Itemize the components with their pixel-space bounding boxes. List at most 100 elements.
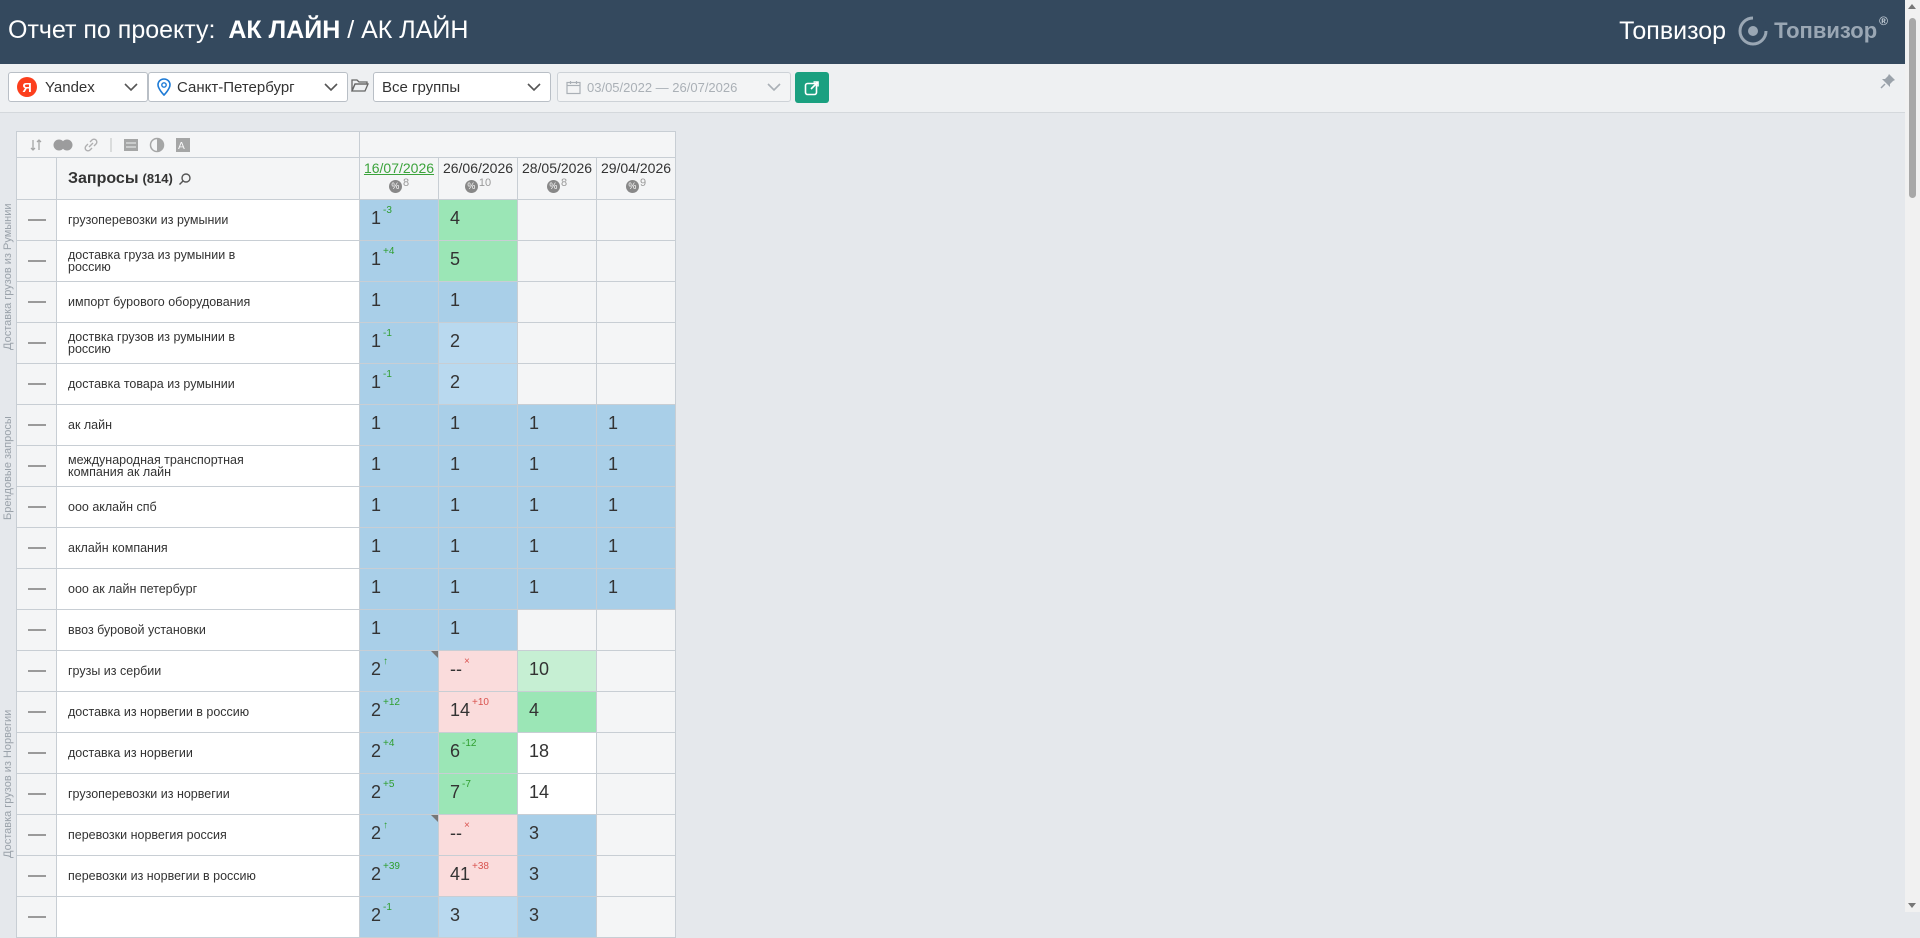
position-cell[interactable]: 7 -7 [439,774,518,815]
position-cell[interactable]: 2 -1 [360,897,439,938]
position-cell[interactable]: 4 [518,692,597,733]
position-cell[interactable] [597,282,676,323]
link-icon[interactable] [83,137,99,153]
row-drag-handle[interactable] [16,200,57,241]
position-cell[interactable]: 14 [518,774,597,815]
row-drag-handle[interactable] [16,774,57,815]
position-cell[interactable]: 1 [439,528,518,569]
keyword-cell[interactable] [57,897,360,938]
position-cell[interactable]: 41 +38 [439,856,518,897]
position-cell[interactable]: 2 ↑ [360,815,439,856]
scrollbar-thumb[interactable] [1909,18,1916,198]
keyword-cell[interactable]: перевозки из норвегии в россию [57,856,360,897]
queries-header[interactable]: Запросы (814) [57,158,360,200]
position-cell[interactable]: -- × [439,815,518,856]
position-cell[interactable]: 1 -1 [360,323,439,364]
keyword-cell[interactable]: доставка из норвегии в россию [57,692,360,733]
position-cell[interactable]: 3 [439,897,518,938]
keyword-cell[interactable]: грузоперевозки из норвегии [57,774,360,815]
search-icon[interactable] [178,172,192,186]
position-cell[interactable]: 1 [597,528,676,569]
row-drag-handle[interactable] [16,487,57,528]
position-cell[interactable]: 1 [518,446,597,487]
position-cell[interactable]: 1 [439,405,518,446]
topvisor-logo[interactable]: Топвизор ® [1738,14,1888,46]
position-cell[interactable]: 6 -12 [439,733,518,774]
keyword-cell[interactable]: аклайн компания [57,528,360,569]
position-cell[interactable]: 2 [439,364,518,405]
position-cell[interactable]: 14 +10 [439,692,518,733]
position-cell[interactable]: 2 +39 [360,856,439,897]
position-cell[interactable]: 4 [439,200,518,241]
position-cell[interactable] [597,815,676,856]
date-label[interactable]: 16/07/2026 [360,160,438,176]
date-column-0[interactable]: 16/07/2026 % 8 [360,158,439,200]
position-cell[interactable] [597,610,676,651]
row-drag-handle[interactable] [16,651,57,692]
keyword-cell[interactable]: доставка товара из румынии [57,364,360,405]
text-format-icon[interactable]: A [175,137,191,153]
position-cell[interactable]: 1 [360,528,439,569]
project-name[interactable]: АК ЛАЙН [228,16,340,44]
position-cell[interactable]: 1 [597,569,676,610]
pushpin-icon[interactable] [1880,73,1896,89]
date-range-picker[interactable]: 03/05/2022 — 26/07/2026 [557,72,791,102]
position-cell[interactable]: 1 [360,569,439,610]
date-column-1[interactable]: 26/06/2026 % 10 [439,158,518,200]
row-drag-handle[interactable] [16,528,57,569]
row-drag-handle[interactable] [16,405,57,446]
keyword-cell[interactable]: перевозки норвегия россия [57,815,360,856]
contrast-icon[interactable] [149,137,165,153]
keyword-cell[interactable]: международная транспортная компания ак л… [57,446,360,487]
position-cell[interactable] [597,733,676,774]
position-cell[interactable] [518,610,597,651]
table-layout-icon[interactable] [123,138,139,152]
keyword-cell[interactable]: ак лайн [57,405,360,446]
position-cell[interactable] [518,364,597,405]
corner-marker-icon[interactable] [431,651,438,658]
date-column-2[interactable]: 28/05/2026 % 8 [518,158,597,200]
position-cell[interactable]: 5 [439,241,518,282]
position-cell[interactable] [597,241,676,282]
position-cell[interactable] [597,692,676,733]
position-cell[interactable]: 1 +4 [360,241,439,282]
position-cell[interactable] [597,200,676,241]
vertical-scrollbar[interactable] [1905,0,1920,912]
position-cell[interactable]: 1 [439,282,518,323]
position-cell[interactable]: 1 [360,610,439,651]
position-cell[interactable]: 1 [597,405,676,446]
position-cell[interactable]: 1 [360,405,439,446]
position-cell[interactable] [597,774,676,815]
keyword-cell[interactable]: ввоз буровой установки [57,610,360,651]
search-engine-select[interactable]: Я Yandex [8,72,148,102]
position-cell[interactable]: 1 [518,528,597,569]
row-drag-handle[interactable] [16,733,57,774]
group-label-norway[interactable]: Доставка грузов из Норвегии [2,710,14,858]
position-cell[interactable]: 1 [439,487,518,528]
corner-marker-icon[interactable] [431,815,438,822]
sort-icon[interactable] [29,138,43,152]
position-cell[interactable]: 1 [360,282,439,323]
position-cell[interactable] [597,364,676,405]
position-cell[interactable]: 3 [518,897,597,938]
date-label[interactable]: 26/06/2026 [439,160,517,176]
group-label-romania[interactable]: Доставка грузов из Румынии [2,203,14,350]
row-drag-handle[interactable] [16,897,57,938]
position-cell[interactable]: 2 +5 [360,774,439,815]
group-select[interactable]: Все группы [373,72,551,102]
position-cell[interactable] [597,897,676,938]
position-cell[interactable] [597,323,676,364]
date-label[interactable]: 29/04/2026 [597,160,675,176]
position-cell[interactable]: 1 [360,487,439,528]
position-cell[interactable]: 3 [518,856,597,897]
row-drag-handle[interactable] [16,692,57,733]
toggle-view-icon[interactable] [53,139,73,151]
group-label-brand[interactable]: Брендовые запросы [2,416,14,520]
keyword-cell[interactable]: ооо аклайн спб [57,487,360,528]
keyword-cell[interactable]: доствка грузов из румынии в россию [57,323,360,364]
keyword-cell[interactable]: доставка груза из румынии в россию [57,241,360,282]
position-cell[interactable]: 3 [518,815,597,856]
position-cell[interactable]: 2 +4 [360,733,439,774]
row-drag-handle[interactable] [16,815,57,856]
scroll-up-icon[interactable] [1908,4,1916,9]
